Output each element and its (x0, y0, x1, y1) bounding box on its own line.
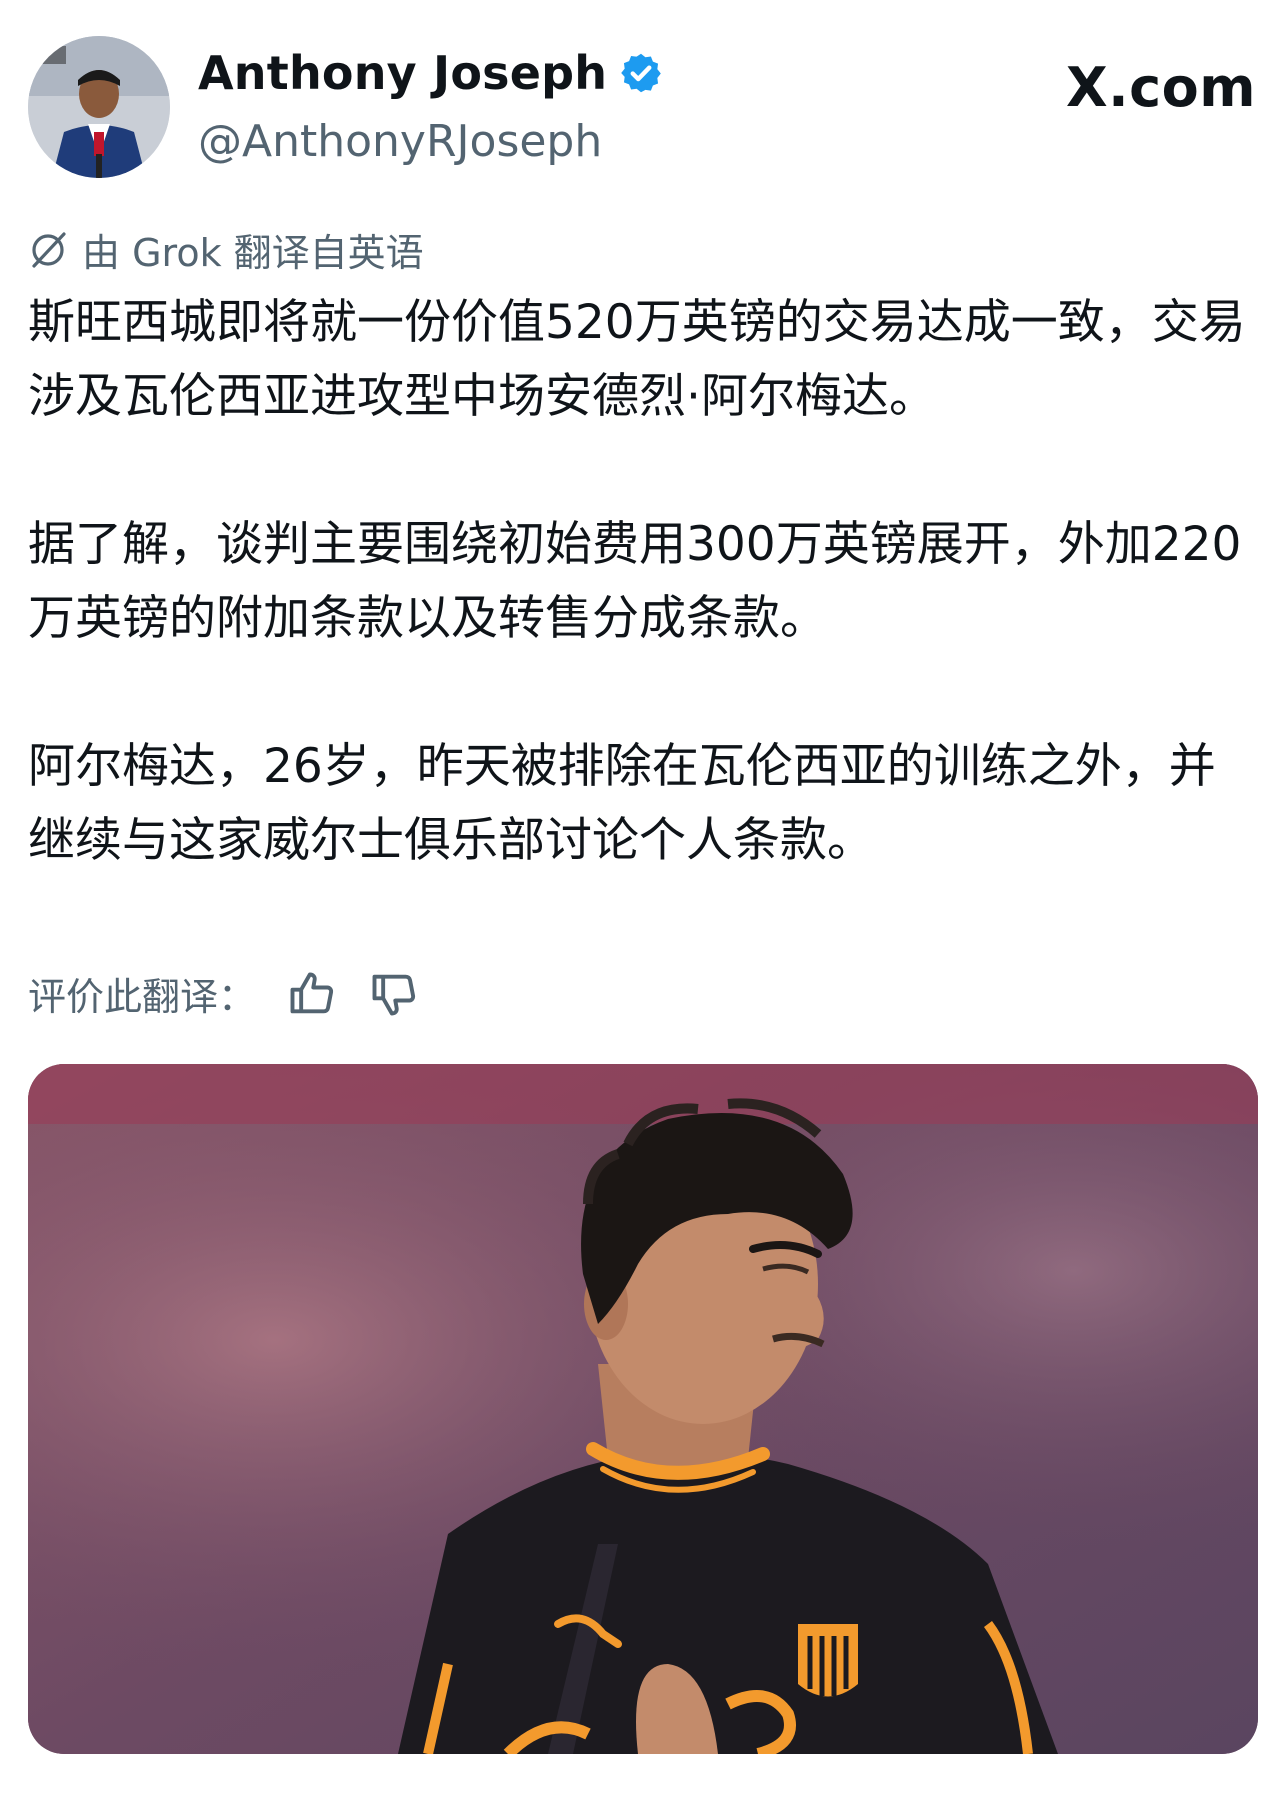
thumbs-down-icon[interactable] (368, 968, 420, 1020)
thumbs-up-icon[interactable] (286, 968, 338, 1020)
verified-badge-icon (621, 53, 662, 93)
grok-icon (32, 231, 66, 268)
tweet-paragraph-2: 据了解，谈判主要围绕初始费用300万英镑展开，外加220万英镑的附加条款以及转售… (28, 517, 1242, 646)
rate-translation-row: 评价此翻译： (28, 966, 420, 1021)
translation-label: 由 Grok 翻译自英语 (82, 231, 424, 275)
tweet-paragraph-1: 斯旺西城即将就一份价值520万英镑的交易达成一致，交易涉及瓦伦西亚进攻型中场安德… (28, 295, 1246, 424)
author-avatar[interactable] (28, 36, 170, 178)
player-photo-icon (28, 1064, 1258, 1754)
x-brand-text: X.com (1065, 56, 1256, 119)
tweet-header: Anthony Joseph @AnthonyRJoseph X.com (28, 36, 1256, 186)
author-handle[interactable]: @AnthonyRJoseph (198, 116, 602, 167)
translation-notice: 由 Grok 翻译自英语 (28, 222, 424, 277)
tweet-media-photo[interactable] (28, 1064, 1258, 1754)
x-brand-logo: X.com (1066, 56, 1256, 119)
tweet-paragraph-3: 阿尔梅达，26岁，昨天被排除在瓦伦西亚的训练之外，并继续与这家威尔士俱乐部讨论个… (28, 739, 1216, 868)
rate-translation-label: 评价此翻译： (28, 975, 257, 1019)
avatar-photo-icon (28, 36, 170, 178)
author-display-name[interactable]: Anthony Joseph (198, 46, 607, 100)
tweet-text: 斯旺西城即将就一份价值520万英镑的交易达成一致，交易涉及瓦伦西亚进攻型中场安德… (28, 286, 1258, 878)
